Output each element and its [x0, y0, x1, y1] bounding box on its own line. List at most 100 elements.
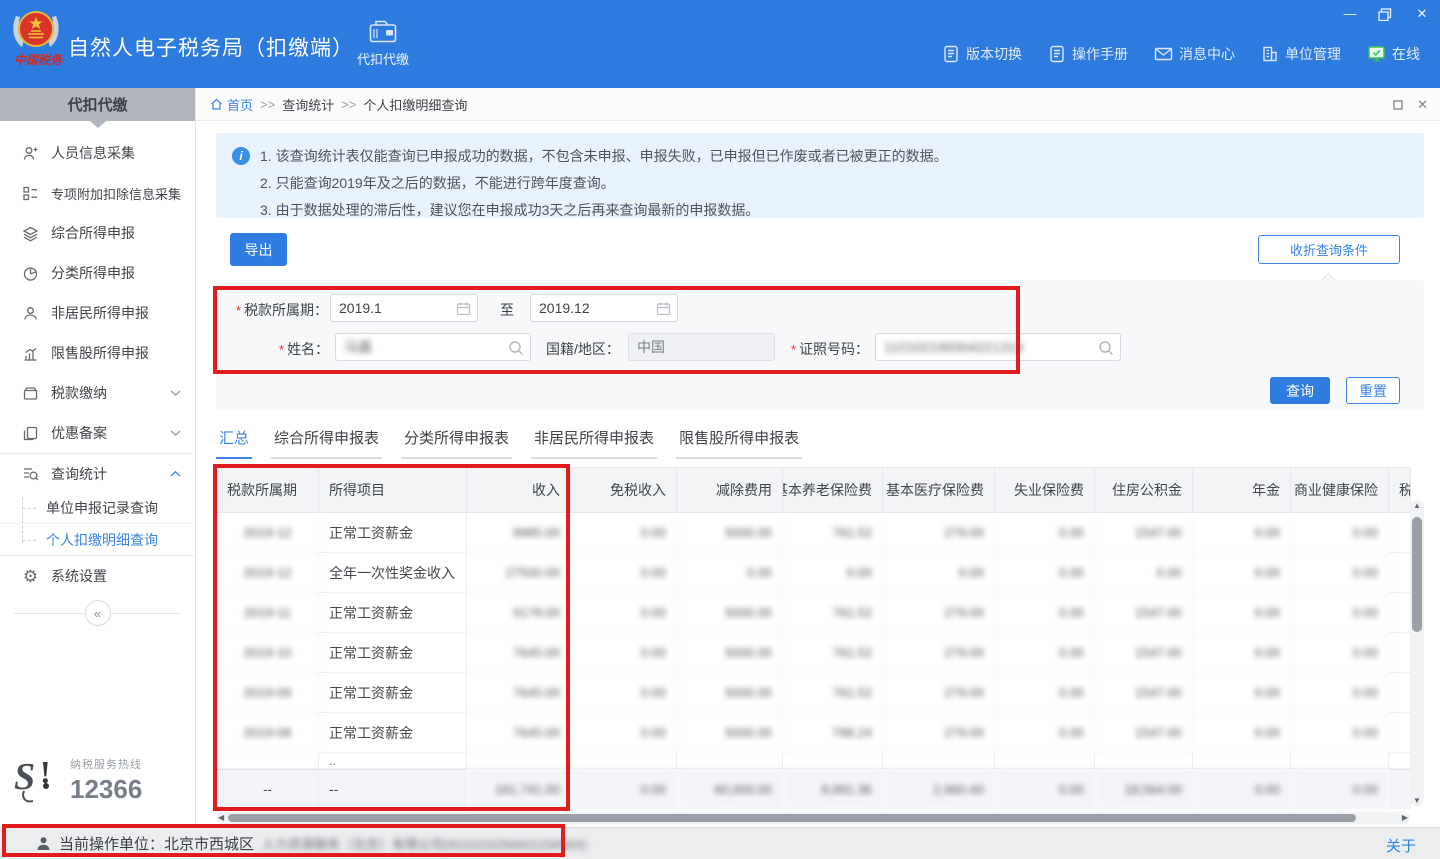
notice-box: i 1. 该查询统计表仅能查询已申报成功的数据，不包含未申报、申报失败，已申报但… — [216, 133, 1424, 218]
tab-summary[interactable]: 汇总 — [216, 427, 252, 459]
tab-nonresident-income[interactable]: 非居民所得申报表 — [531, 427, 657, 459]
reset-button[interactable]: 重置 — [1346, 377, 1400, 404]
table-cell — [883, 753, 995, 769]
table-cell: 正常工资薪金 — [319, 513, 467, 553]
breadcrumb-home[interactable]: 首页 — [210, 95, 253, 114]
breadcrumb-item: 查询统计 — [282, 95, 334, 114]
sidebar-item-query-statistics[interactable]: 查询统计 — [0, 453, 195, 493]
about-link[interactable]: 关于 — [1386, 835, 1416, 856]
sidebar-item-comprehensive-income[interactable]: 综合所得申报 — [0, 213, 195, 253]
table-cell: 1547.00 — [1095, 673, 1193, 713]
calendar-icon[interactable] — [456, 301, 471, 316]
table-cell: 8,991.36 — [783, 769, 883, 809]
table-cell: 0.00 — [571, 769, 677, 809]
period-from-input[interactable]: 2019.1 — [330, 294, 478, 322]
search-icon[interactable] — [1098, 340, 1114, 356]
table-cell: 0.00 — [1193, 769, 1291, 809]
person-icon — [22, 305, 39, 322]
sidebar-item-nonresident-income[interactable]: 非居民所得申报 — [0, 293, 195, 333]
horizontal-scroll-thumb[interactable] — [228, 814, 1356, 822]
table-cell: 761.52 — [783, 513, 883, 553]
table-cell — [1389, 769, 1411, 809]
restore-icon[interactable] — [1378, 8, 1394, 21]
scroll-left-icon[interactable]: ◀ — [218, 812, 224, 824]
table-row: 2019-10正常工资薪金7645.000.005000.00761.52279… — [217, 633, 1410, 673]
svg-text:中国税务: 中国税务 — [14, 53, 64, 67]
tab-comprehensive-income[interactable]: 综合所得申报表 — [271, 427, 382, 459]
header-tab-label: 代扣代缴 — [348, 49, 418, 68]
table-cell: 279.00 — [883, 633, 995, 673]
table-cell: 27500.00 — [467, 553, 571, 593]
scroll-up-icon[interactable]: ▲ — [1410, 501, 1424, 510]
sidebar-collapse-button[interactable]: « — [85, 600, 111, 626]
table-cell — [571, 753, 677, 769]
table-cell: 0.00 — [1193, 633, 1291, 673]
export-button[interactable]: 导出 — [230, 233, 287, 266]
panel-close-icon[interactable]: ✕ — [1417, 97, 1428, 113]
table-cell: 0.00 — [995, 633, 1095, 673]
close-icon[interactable]: ✕ — [1414, 6, 1430, 22]
collapse-filters-button[interactable]: 收折查询条件 — [1258, 235, 1400, 264]
sidebar-subitem-unit-declaration-records[interactable]: 单位申报记录查询 — [0, 493, 195, 524]
table-cell: 161,741.00 — [467, 769, 571, 809]
minimize-icon[interactable]: — — [1342, 6, 1358, 22]
menu-manual[interactable]: 操作手册 — [1048, 44, 1128, 64]
copy-icon — [22, 425, 39, 442]
sidebar-item-classified-income[interactable]: 分类所得申报 — [0, 253, 195, 293]
result-tabs: 汇总 综合所得申报表 分类所得申报表 非居民所得申报表 限售股所得申报表 — [216, 427, 802, 459]
table-cell: 0.00 — [1193, 553, 1291, 593]
table-cell: 0.00 — [995, 713, 1095, 753]
table-cell: 7645.00 — [467, 633, 571, 673]
menu-version-switch[interactable]: 版本切换 — [942, 44, 1022, 64]
period-label: 税款所属期： — [236, 300, 328, 320]
table-row: 2019-08正常工资薪金7645.000.005000.00798.24279… — [217, 713, 1410, 753]
column-header: 税 — [1389, 468, 1411, 513]
sidebar-item-label: 人员信息采集 — [51, 143, 135, 163]
period-to-input[interactable]: 2019.12 — [530, 294, 678, 322]
table-cell — [1193, 753, 1291, 769]
column-header: 税款所属期 — [217, 468, 319, 513]
sidebar-item-tax-payment[interactable]: 税款缴纳 — [0, 373, 195, 413]
scroll-down-icon[interactable]: ▼ — [1410, 796, 1424, 805]
table-cell: 全年一次性奖金收入 — [319, 553, 467, 593]
table-cell — [1389, 673, 1411, 713]
menu-label: 版本切换 — [966, 44, 1022, 64]
query-button[interactable]: 查询 — [1270, 377, 1330, 404]
tab-classified-income[interactable]: 分类所得申报表 — [401, 427, 512, 459]
name-input[interactable]: 马晨 — [335, 333, 531, 361]
table-cell: 5000.00 — [677, 673, 783, 713]
chevron-up-icon — [170, 470, 181, 477]
sidebar-item-special-deduction[interactable]: 专项附加扣除信息采集 — [0, 173, 195, 213]
calendar-icon[interactable] — [656, 301, 671, 316]
tab-restricted-stock[interactable]: 限售股所得申报表 — [676, 427, 802, 459]
table-cell: 0.00 — [995, 513, 1095, 553]
menu-message-center[interactable]: 消息中心 — [1154, 44, 1235, 64]
table-header-row: 税款所属期所得项目收入免税收入减除费用基本养老保险费基本医疗保险费失业保险费住房… — [217, 468, 1410, 513]
table-cell: 0.00 — [571, 593, 677, 633]
scroll-right-icon[interactable]: ▶ — [1402, 812, 1408, 824]
table-cell: 正常工资薪金 — [319, 593, 467, 633]
menu-online-status[interactable]: 在线 — [1367, 44, 1420, 64]
wallet-large-icon — [348, 18, 418, 44]
sidebar-item-personnel-info[interactable]: 人员信息采集 — [0, 133, 195, 173]
submenu-label: 单位申报记录查询 — [46, 498, 158, 518]
vertical-scroll-thumb[interactable] — [1412, 517, 1422, 632]
search-icon[interactable] — [508, 340, 524, 356]
hotline-12366-logo: S ! — [12, 753, 62, 807]
id-number-input[interactable]: 110102199304221319 — [875, 333, 1121, 361]
range-separator: 至 — [500, 300, 514, 320]
header-tab-daikou-daijiao[interactable]: 代扣代缴 — [348, 18, 418, 68]
horizontal-scrollbar[interactable]: ◀ ▶ — [216, 812, 1410, 824]
menu-unit-management[interactable]: 单位管理 — [1261, 44, 1341, 64]
sidebar-subitem-personal-withholding-detail[interactable]: 个人扣缴明细查询 — [0, 524, 195, 555]
table-cell — [1389, 753, 1411, 769]
vertical-scrollbar[interactable]: ▲ ▼ — [1410, 500, 1424, 806]
table-cell: 279.00 — [883, 593, 995, 633]
id-number-label: 证照号码： — [791, 339, 869, 359]
sidebar-item-system-settings[interactable]: ⚙ 系统设置 — [0, 556, 195, 596]
sidebar-item-preferential-filing[interactable]: 优惠备案 — [0, 413, 195, 453]
sidebar-item-restricted-stock[interactable]: 限售股所得申报 — [0, 333, 195, 373]
panel-restore-icon[interactable] — [1393, 100, 1403, 110]
online-monitor-icon — [1367, 45, 1386, 63]
table-cell: 0.00 — [783, 553, 883, 593]
